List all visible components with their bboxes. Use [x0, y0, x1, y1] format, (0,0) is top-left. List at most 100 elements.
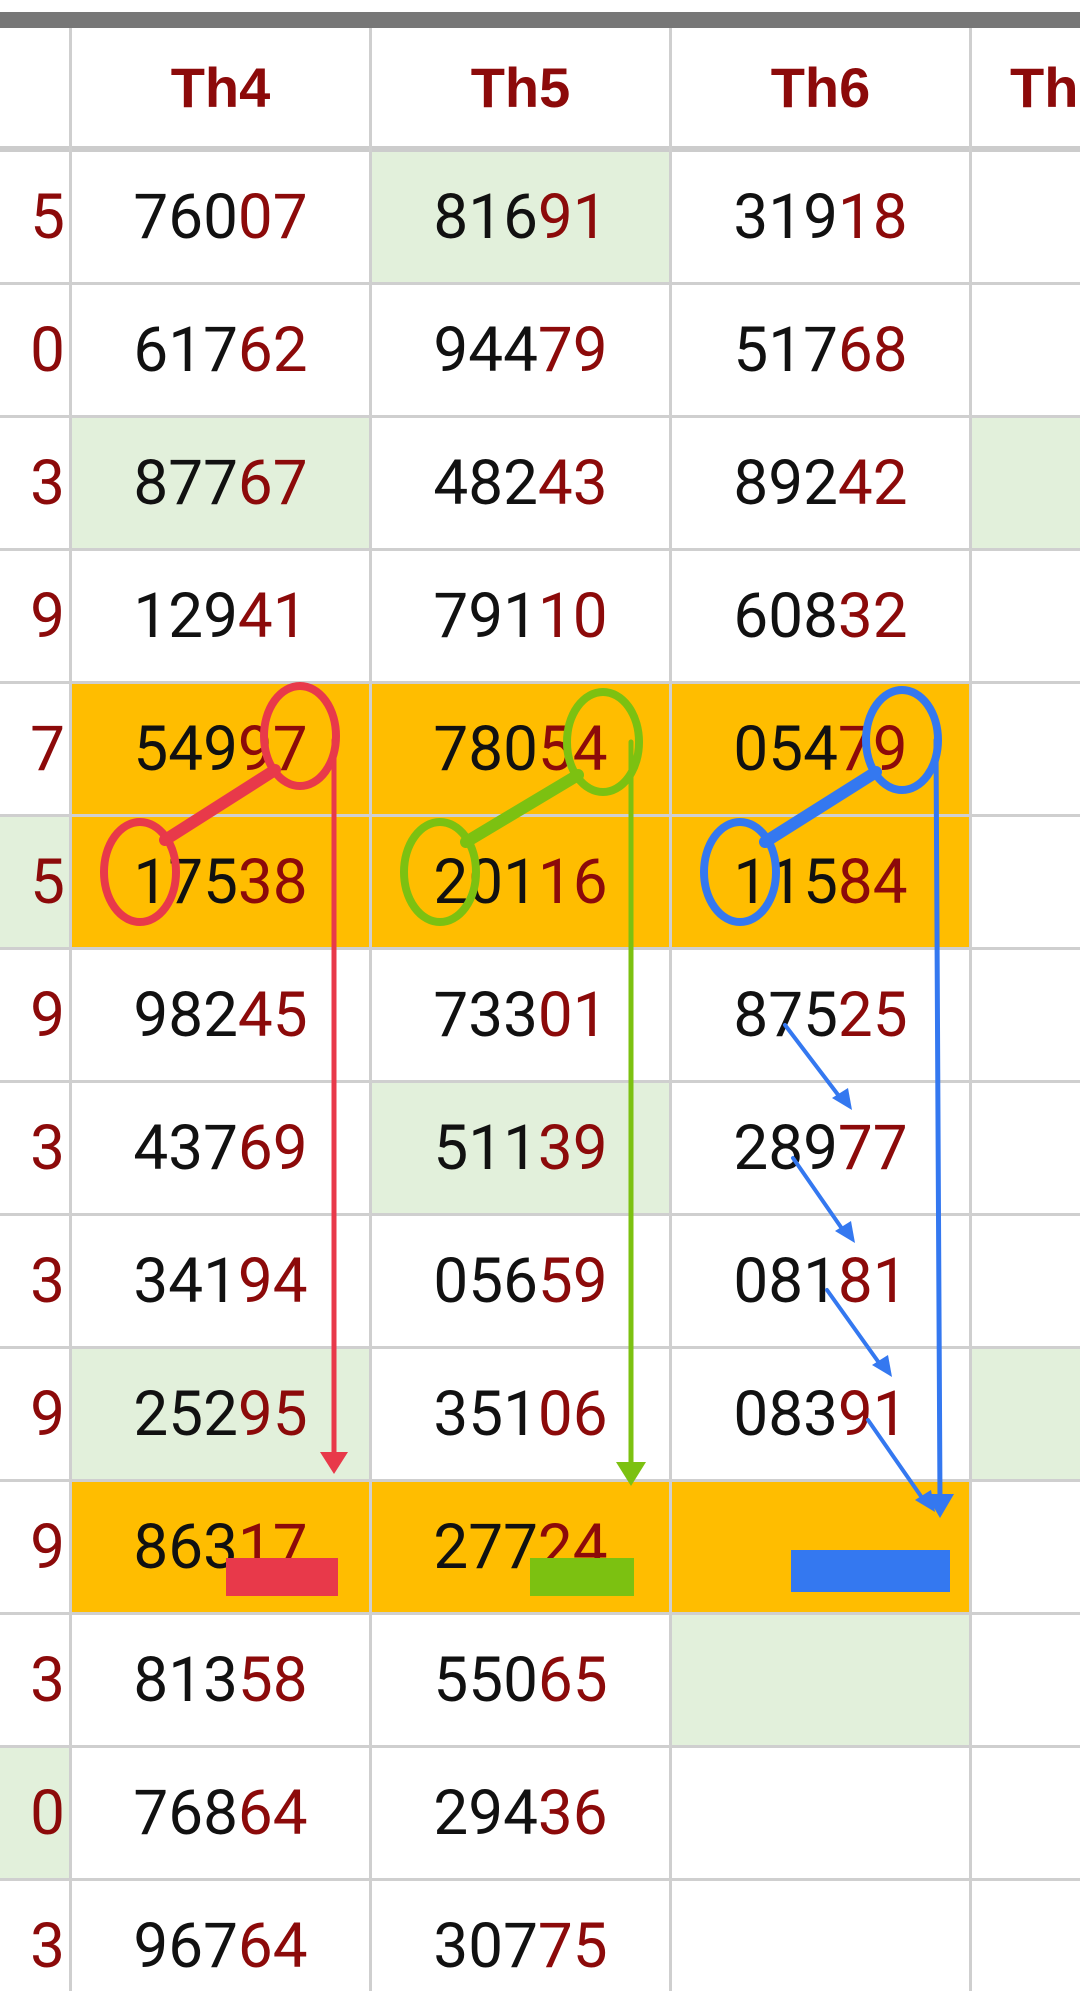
result-cell-th5: 05659: [372, 1216, 669, 1346]
result-cell-th5: 20116: [372, 817, 669, 947]
result-number: 3: [30, 1112, 65, 1185]
row-divider: [0, 1346, 1080, 1349]
table-row: 3 96764 30775: [0, 1881, 1080, 2011]
number-tail-digits: 67: [237, 446, 308, 520]
number-head-digits: 277: [433, 1510, 538, 1584]
number-tail-digits: 0: [30, 313, 65, 387]
number-head-digits: 341: [133, 1244, 238, 1318]
number-tail-digits: 94: [237, 1244, 308, 1318]
table-row: 9 25295 35106 08391: [0, 1349, 1080, 1479]
number-tail-digits: 06: [537, 1377, 608, 1451]
number-tail-digits: 64: [237, 1776, 308, 1850]
number-tail-digits: 0: [30, 1776, 65, 1850]
result-cell-th7: [972, 551, 1080, 681]
number-head-digits: 608: [733, 579, 838, 653]
result-number: 34194: [133, 1245, 307, 1318]
result-cell-th4: 12941: [72, 551, 369, 681]
result-number: 76864: [133, 1777, 307, 1850]
result-number: 7: [30, 713, 65, 786]
number-tail-digits: 38: [237, 845, 308, 919]
number-head-digits: 550: [433, 1643, 538, 1717]
result-number: 55065: [433, 1644, 607, 1717]
result-number: 05659: [433, 1245, 607, 1318]
top-border-bar: [0, 12, 1080, 28]
number-tail-digits: 64: [237, 1909, 308, 1983]
result-number: 0: [30, 314, 65, 387]
row-divider: [0, 1080, 1080, 1083]
result-cell-th5: 79110: [372, 551, 669, 681]
result-cell-th6: [672, 1748, 969, 1878]
number-head-digits: 115: [733, 845, 838, 919]
result-number: 3: [30, 1644, 65, 1717]
number-tail-digits: 5: [30, 180, 65, 254]
number-tail-digits: 62: [237, 313, 308, 387]
result-number: 3: [30, 1245, 65, 1318]
result-number: 79110: [433, 580, 607, 653]
result-cell-th4: 43769: [72, 1083, 369, 1213]
result-cell-prev: 0: [0, 285, 69, 415]
result-number: 30775: [433, 1910, 607, 1983]
number-head-digits: 733: [433, 978, 538, 1052]
result-cell-th7: [972, 1083, 1080, 1213]
column-header-th5: Th5: [470, 55, 571, 119]
result-cell-prev: 3: [0, 1083, 69, 1213]
result-number: 25295: [133, 1378, 307, 1451]
number-tail-digits: 16: [537, 845, 608, 919]
result-number: 73301: [433, 979, 607, 1052]
number-head-digits: 056: [433, 1244, 538, 1318]
result-cell-th6: 08391: [672, 1349, 969, 1479]
result-cell-th5: 30775: [372, 1881, 669, 2011]
column-divider: [969, 28, 972, 1991]
column-header-th6: Th6: [770, 55, 871, 119]
result-cell-th4: 25295: [72, 1349, 369, 1479]
result-number: 78054: [433, 713, 607, 786]
result-number: 31918: [733, 181, 907, 254]
result-cell-th6: 31918: [672, 152, 969, 282]
number-tail-digits: 45: [237, 978, 308, 1052]
result-cell-th5: 73301: [372, 950, 669, 1080]
result-cell-th5: 48243: [372, 418, 669, 548]
table-row: 0 61762 94479 51768: [0, 285, 1080, 415]
result-number: 48243: [433, 447, 607, 520]
result-number: 05479: [733, 713, 907, 786]
result-number: 76007: [133, 181, 307, 254]
result-cell-prev: 9: [0, 1482, 69, 1612]
result-number: 94479: [433, 314, 607, 387]
number-head-digits: 780: [433, 712, 538, 786]
column-header-th4: Th4: [170, 55, 271, 119]
result-number: 89242: [733, 447, 907, 520]
result-cell-th7: [972, 152, 1080, 282]
number-tail-digits: 17: [237, 1510, 308, 1584]
row-divider: [0, 1479, 1080, 1482]
result-cell-th4: 17538: [72, 817, 369, 947]
number-head-digits: 252: [133, 1377, 238, 1451]
result-cell-th5: 78054: [372, 684, 669, 814]
result-cell-prev: 9: [0, 551, 69, 681]
number-tail-digits: 79: [537, 313, 608, 387]
row-divider: [0, 814, 1080, 817]
table-row: 3 43769 51139 28977: [0, 1083, 1080, 1213]
table-row: 9 12941 79110 60832: [0, 551, 1080, 681]
row-divider: [0, 548, 1080, 551]
result-cell-th6: 05479: [672, 684, 969, 814]
number-tail-digits: 91: [537, 180, 608, 254]
result-cell-th7: [972, 950, 1080, 1080]
number-head-digits: 816: [433, 180, 538, 254]
number-tail-digits: 39: [537, 1111, 608, 1185]
result-cell-th4: 61762: [72, 285, 369, 415]
result-cell-th4: 76007: [72, 152, 369, 282]
result-number: 0: [30, 1777, 65, 1850]
table-row: 3 81358 55065: [0, 1615, 1080, 1745]
result-cell-th7: [972, 1482, 1080, 1612]
number-tail-digits: 69: [237, 1111, 308, 1185]
result-number: 9: [30, 1511, 65, 1584]
result-cell-th7: [972, 684, 1080, 814]
number-head-digits: 307: [433, 1909, 538, 1983]
result-cell-th6: 89242: [672, 418, 969, 548]
result-cell-prev: 5: [0, 152, 69, 282]
number-head-digits: 760: [133, 180, 238, 254]
number-tail-digits: 01: [537, 978, 608, 1052]
result-number: 51768: [733, 314, 907, 387]
result-number: 60832: [733, 580, 907, 653]
row-divider: [0, 1213, 1080, 1216]
